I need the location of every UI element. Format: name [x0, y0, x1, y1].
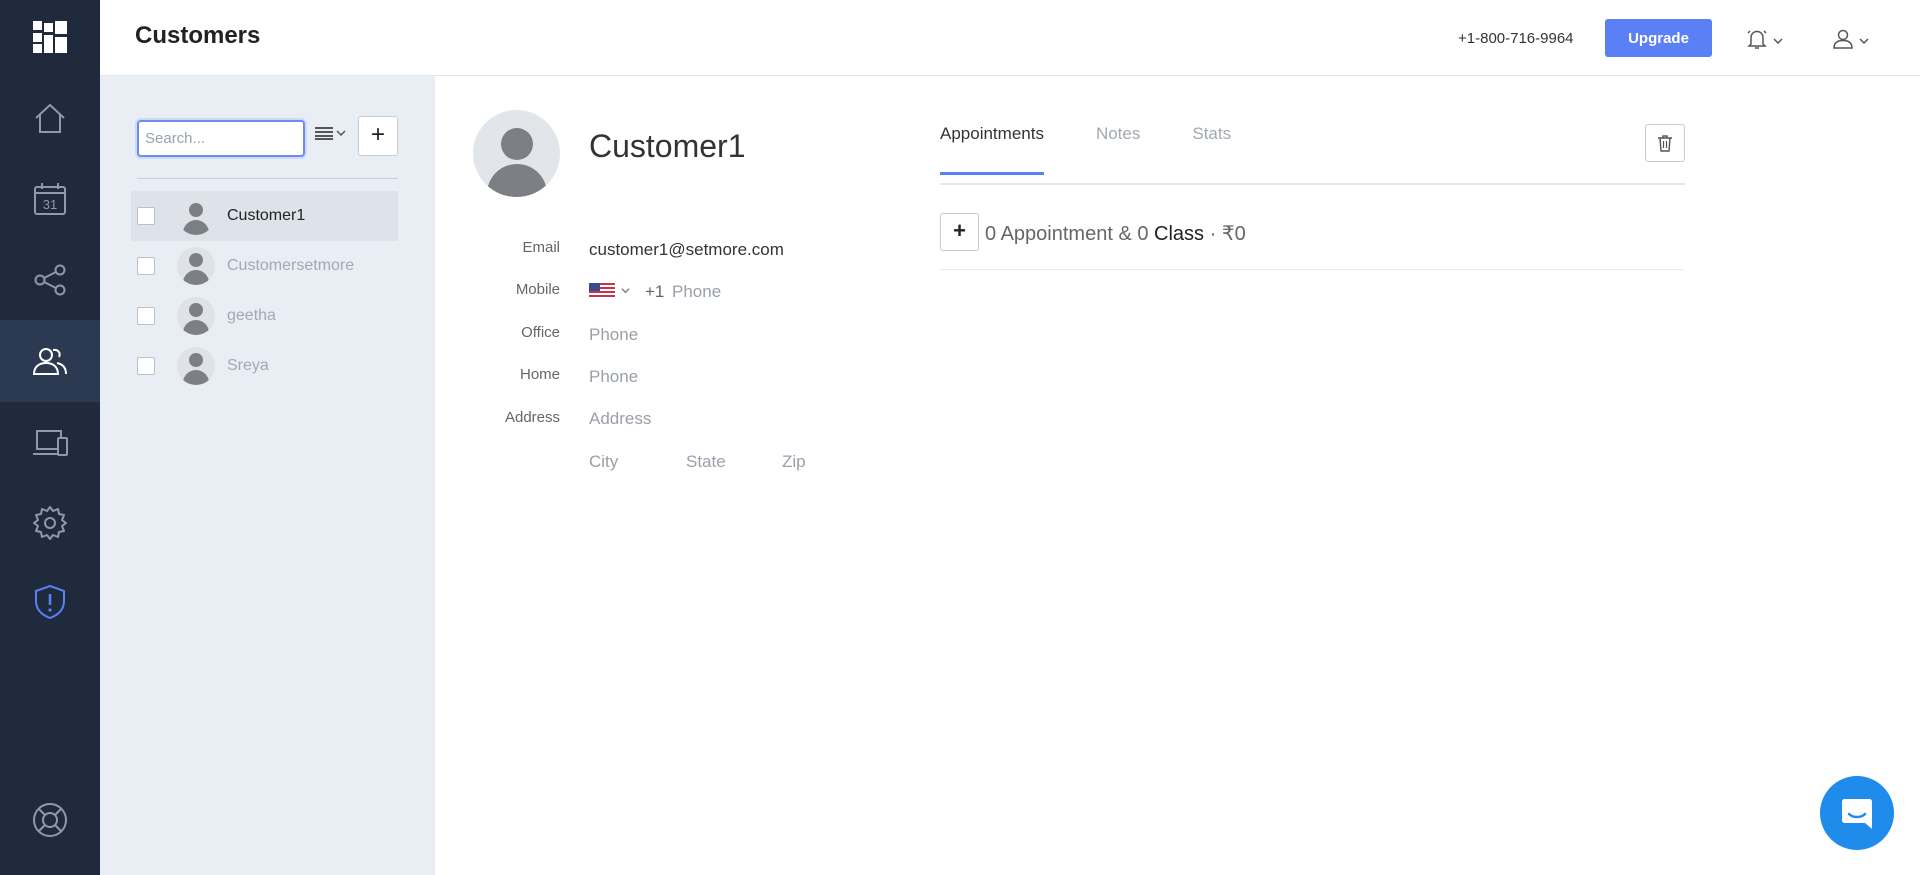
- left-nav-rail: 31: [0, 0, 100, 875]
- list-item[interactable]: Customersetmore: [131, 241, 398, 291]
- list-icon: [315, 127, 333, 140]
- chevron-down-icon: [1859, 38, 1869, 45]
- amp-text: &: [1118, 223, 1132, 245]
- search-input[interactable]: [137, 120, 305, 157]
- office-phone-field[interactable]: Phone: [589, 325, 638, 345]
- devices-icon: [33, 430, 68, 456]
- add-customer-button[interactable]: +: [358, 116, 398, 156]
- appointments-divider: [940, 269, 1683, 270]
- customer-name: Sreya: [227, 357, 269, 374]
- nav-home[interactable]: [0, 77, 100, 159]
- row-checkbox[interactable]: [137, 307, 155, 325]
- add-appointment-button[interactable]: +: [940, 213, 979, 251]
- list-item[interactable]: geetha: [131, 291, 398, 341]
- avatar: [177, 347, 215, 385]
- appointment-count: 0: [985, 223, 997, 245]
- city-field[interactable]: City: [589, 452, 618, 472]
- customer-list-panel: + Customer1 Customersetmore geetha Sreya: [100, 76, 435, 875]
- help-icon: [33, 803, 67, 837]
- tab-appointments[interactable]: Appointments: [940, 124, 1044, 175]
- chat-launcher-button[interactable]: [1820, 776, 1894, 850]
- row-checkbox[interactable]: [137, 207, 155, 225]
- nav-booking-page[interactable]: [0, 402, 100, 484]
- customers-icon: [32, 348, 67, 375]
- country-code-select[interactable]: [589, 283, 630, 298]
- delete-customer-button[interactable]: [1645, 124, 1685, 162]
- page-title: Customers: [135, 22, 261, 49]
- share-icon: [34, 264, 66, 296]
- chevron-down-icon: [1773, 38, 1783, 45]
- total-amount: ₹0: [1221, 223, 1246, 245]
- list-divider: [137, 178, 398, 179]
- row-checkbox[interactable]: [137, 257, 155, 275]
- bell-icon: [1747, 30, 1767, 49]
- app-logo-icon[interactable]: [33, 21, 67, 53]
- nav-customers[interactable]: [0, 320, 100, 402]
- address-label: Address: [504, 409, 560, 426]
- tab-stats[interactable]: Stats: [1192, 124, 1231, 175]
- shield-alert-icon: [35, 584, 65, 620]
- home-icon: [35, 103, 65, 133]
- nav-integrations[interactable]: [0, 239, 100, 321]
- nav-help[interactable]: [0, 779, 100, 861]
- customer-name: Customersetmore: [227, 257, 355, 274]
- avatar: [177, 297, 215, 335]
- nav-settings[interactable]: [0, 482, 100, 564]
- class-word: Class: [1154, 223, 1205, 245]
- appointment-word: Appointment: [1000, 223, 1113, 245]
- customer-name-heading[interactable]: Customer1: [589, 128, 746, 165]
- address-field[interactable]: Address: [589, 409, 651, 429]
- customer-avatar[interactable]: [473, 110, 560, 197]
- top-header: Customers +1-800-716-9964 Upgrade: [100, 0, 1920, 76]
- trash-icon: [1658, 135, 1672, 152]
- nav-security[interactable]: [0, 561, 100, 643]
- list-item[interactable]: Sreya: [131, 341, 398, 391]
- chevron-down-icon: [336, 130, 346, 137]
- customer-name: geetha: [227, 307, 276, 324]
- class-count: 0: [1137, 223, 1149, 245]
- tabs-underline: [940, 183, 1685, 185]
- home-label: Home: [519, 366, 560, 383]
- notifications-menu[interactable]: [1745, 26, 1783, 52]
- email-field[interactable]: customer1@setmore.com: [589, 240, 784, 260]
- zip-field[interactable]: Zip: [782, 452, 806, 472]
- office-label: Office: [521, 324, 560, 341]
- nav-calendar[interactable]: 31: [0, 158, 100, 240]
- upgrade-button[interactable]: Upgrade: [1605, 19, 1712, 57]
- chevron-down-icon: [621, 288, 630, 294]
- home-phone-field[interactable]: Phone: [589, 367, 638, 387]
- svg-text:31: 31: [43, 197, 57, 212]
- detail-tabs: Appointments Notes Stats: [940, 124, 1231, 175]
- settings-icon: [33, 506, 67, 540]
- separator-dot: ·: [1209, 223, 1217, 245]
- list-item[interactable]: Customer1: [131, 191, 398, 241]
- mobile-field[interactable]: Phone: [672, 282, 721, 302]
- user-icon: [1833, 29, 1853, 49]
- list-view-menu[interactable]: [315, 126, 346, 140]
- chat-icon: [1842, 799, 1872, 829]
- avatar: [177, 197, 215, 235]
- us-flag-icon: [589, 283, 615, 298]
- tab-notes[interactable]: Notes: [1096, 124, 1140, 175]
- avatar: [177, 247, 215, 285]
- mobile-country-code: +1: [645, 282, 665, 301]
- mobile-label: Mobile: [515, 281, 560, 298]
- state-field[interactable]: State: [686, 452, 726, 472]
- email-label: Email: [522, 239, 560, 256]
- row-checkbox[interactable]: [137, 357, 155, 375]
- calendar-icon: 31: [34, 183, 66, 215]
- customer-name: Customer1: [227, 207, 306, 224]
- support-phone: +1-800-716-9964: [1458, 30, 1574, 47]
- account-menu[interactable]: [1831, 26, 1869, 52]
- appointments-summary: 0 Appointment & 0 Class · ₹0: [985, 221, 1246, 246]
- app-root: 31 Customers +1-800-716-9964 Upgrade Sea…: [0, 0, 1920, 875]
